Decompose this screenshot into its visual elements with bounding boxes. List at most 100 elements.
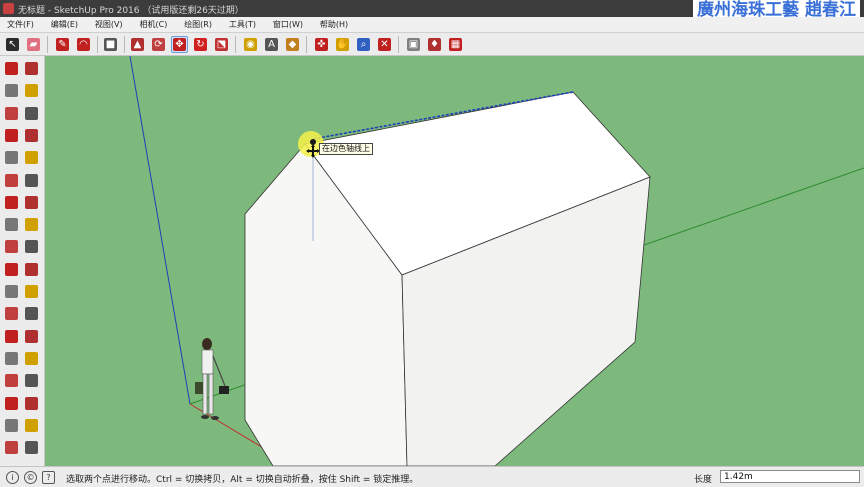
rectangle-button[interactable]: ■ <box>102 36 119 53</box>
offset-icon <box>25 262 38 276</box>
arc-icon: ◠ <box>77 38 90 51</box>
offset-icon: ⟳ <box>152 38 165 51</box>
freehand-icon <box>25 106 38 120</box>
pushpull-button[interactable] <box>23 216 40 233</box>
zoom-button[interactable] <box>3 372 20 389</box>
three-point-arc-button[interactable] <box>23 194 40 211</box>
credits-icon[interactable]: © <box>24 471 37 484</box>
paint-bucket-button[interactable]: ◆ <box>284 36 301 53</box>
axes-icon <box>5 329 18 343</box>
zoom-extents-icon <box>5 396 18 410</box>
polygon-button[interactable] <box>23 149 40 166</box>
paint-bucket-button[interactable] <box>3 82 20 99</box>
offset-button[interactable] <box>23 261 40 278</box>
select-button[interactable] <box>3 60 20 77</box>
3d-text-icon <box>25 329 38 343</box>
scale-button[interactable]: ⬔ <box>213 36 230 53</box>
menu-edit[interactable]: 编辑(E) <box>44 17 85 30</box>
move-icon: ✥ <box>173 38 186 51</box>
text-button[interactable]: A <box>263 36 280 53</box>
pan-button[interactable]: ✋ <box>334 36 351 53</box>
scale-button[interactable] <box>3 261 20 278</box>
pan-button[interactable] <box>23 350 40 367</box>
model-canvas[interactable] <box>45 56 864 466</box>
status-message: 选取两个点进行移动。Ctrl = 切换拷贝，Alt = 切换自动折叠，按住 Sh… <box>66 475 419 485</box>
pan-icon <box>25 351 38 365</box>
arc-button[interactable] <box>3 172 20 189</box>
arc-button[interactable]: ◠ <box>75 36 92 53</box>
rotated-rectangle-icon <box>25 128 38 142</box>
offset-button[interactable]: ⟳ <box>150 36 167 53</box>
section-plane-button[interactable] <box>3 439 20 456</box>
move-button[interactable]: ✥ <box>171 36 188 53</box>
tape-measure-button[interactable] <box>3 283 20 300</box>
menu-file[interactable]: 文件(F) <box>0 17 41 30</box>
scale-figure[interactable] <box>195 338 229 420</box>
menu-help[interactable]: 帮助(H) <box>313 17 355 30</box>
extension-button[interactable]: ♦ <box>426 36 443 53</box>
scale-icon: ⬔ <box>215 38 228 51</box>
measurements-input[interactable]: 1.42m <box>720 470 860 483</box>
zoom-window-button[interactable] <box>23 372 40 389</box>
followme-icon <box>25 240 38 254</box>
zoom-extents-button[interactable] <box>3 395 20 412</box>
scale-icon <box>5 262 18 276</box>
orbit-icon: ✜ <box>315 38 328 51</box>
orbit-button[interactable]: ✜ <box>313 36 330 53</box>
walk-icon <box>25 418 38 432</box>
pencil-button[interactable]: ✎ <box>54 36 71 53</box>
followme-button[interactable] <box>23 238 40 255</box>
pushpull-button[interactable]: ▲ <box>129 36 146 53</box>
paint-bucket-icon: ◆ <box>286 38 299 51</box>
freehand-button[interactable] <box>23 105 40 122</box>
two-point-arc-button[interactable] <box>3 194 20 211</box>
zoom-button[interactable]: ⌕ <box>355 36 372 53</box>
inference-tooltip: 在边色轴线上 <box>319 143 373 155</box>
drawing-viewport[interactable]: 在边色轴线上 <box>45 56 864 466</box>
eraser-button[interactable] <box>23 82 40 99</box>
previous-view-button[interactable] <box>23 395 40 412</box>
rotate-icon <box>5 240 18 254</box>
component-button[interactable] <box>23 60 40 77</box>
help-icon[interactable]: ? <box>42 471 55 484</box>
protractor-button[interactable] <box>3 305 20 322</box>
position-camera-button[interactable] <box>3 417 20 434</box>
toolbar-separator <box>47 36 48 53</box>
sketchup-logo-icon <box>3 3 14 14</box>
protractor-icon <box>5 307 18 321</box>
eraser-button[interactable]: ▰ <box>25 36 42 53</box>
menu-camera[interactable]: 相机(C) <box>132 17 174 30</box>
layout-button[interactable]: ▦ <box>447 36 464 53</box>
text-button[interactable] <box>23 305 40 322</box>
look-around-button[interactable] <box>23 439 40 456</box>
menu-view[interactable]: 视图(V) <box>88 17 130 30</box>
geo-location-icon[interactable]: i <box>6 471 19 484</box>
rectangle-button[interactable] <box>3 127 20 144</box>
menu-window[interactable]: 窗口(W) <box>266 17 310 30</box>
toolbar-separator <box>235 36 236 53</box>
select-button[interactable]: ↖ <box>4 36 21 53</box>
zoom-icon <box>5 374 18 388</box>
pie-button[interactable] <box>23 172 40 189</box>
move-button[interactable] <box>3 216 20 233</box>
rotate-button[interactable]: ↻ <box>192 36 209 53</box>
previous-view-icon <box>25 396 38 410</box>
blue-axis <box>129 56 191 405</box>
walk-button[interactable] <box>23 417 40 434</box>
toolbar-separator <box>124 36 125 53</box>
dimension-button[interactable] <box>23 283 40 300</box>
rectangle-icon <box>5 128 18 142</box>
warehouse-button[interactable]: ▣ <box>405 36 422 53</box>
tape-measure-button[interactable]: ◉ <box>242 36 259 53</box>
circle-button[interactable] <box>3 149 20 166</box>
orbit-button[interactable] <box>3 350 20 367</box>
tape-measure-icon <box>5 285 18 298</box>
rotate-button[interactable] <box>3 238 20 255</box>
3d-text-button[interactable] <box>23 328 40 345</box>
menu-tools[interactable]: 工具(T) <box>222 17 263 30</box>
menu-draw[interactable]: 绘图(R) <box>177 17 219 30</box>
rotated-rectangle-button[interactable] <box>23 127 40 144</box>
line-button[interactable] <box>3 105 20 122</box>
axes-button[interactable] <box>3 328 20 345</box>
zoom-extents-button[interactable]: ✕ <box>376 36 393 53</box>
